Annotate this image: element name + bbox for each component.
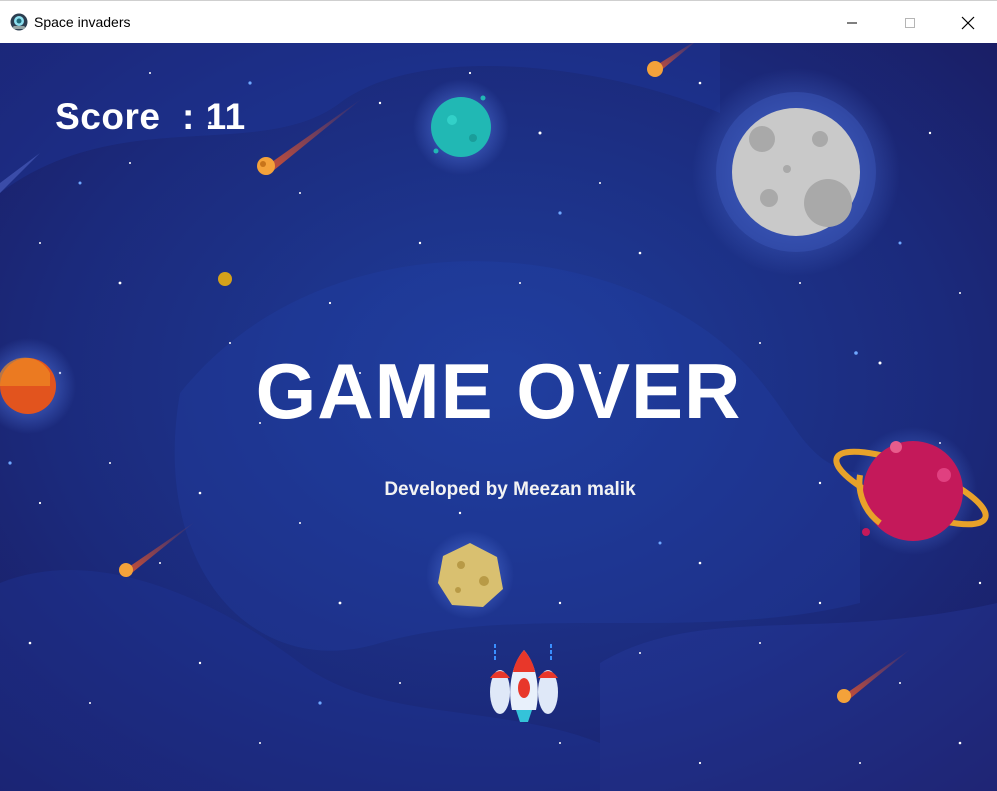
minimize-icon (847, 22, 857, 23)
developer-credit: Developed by Meezan malik (384, 479, 636, 500)
alien-icon (10, 13, 28, 31)
window-titlebar: Space invaders (0, 0, 997, 43)
score-value: 11 (205, 96, 246, 137)
close-icon (961, 16, 975, 29)
game-over-title: GAME OVER (255, 347, 742, 435)
maximize-button[interactable] (881, 1, 939, 44)
moon (692, 68, 900, 276)
score-display: Score : 11 (55, 96, 246, 137)
game-canvas[interactable]: Score : 11 GAME OVER Developed by Meezan… (0, 43, 997, 791)
asteroid (426, 531, 514, 619)
minimize-button[interactable] (823, 1, 881, 44)
maximize-icon (905, 17, 915, 28)
teal-planet (413, 79, 509, 175)
close-button[interactable] (939, 1, 997, 44)
score-label: Score (55, 96, 161, 137)
small-asteroid (218, 272, 232, 286)
window-title: Space invaders (34, 14, 131, 30)
player-ship (490, 644, 558, 722)
